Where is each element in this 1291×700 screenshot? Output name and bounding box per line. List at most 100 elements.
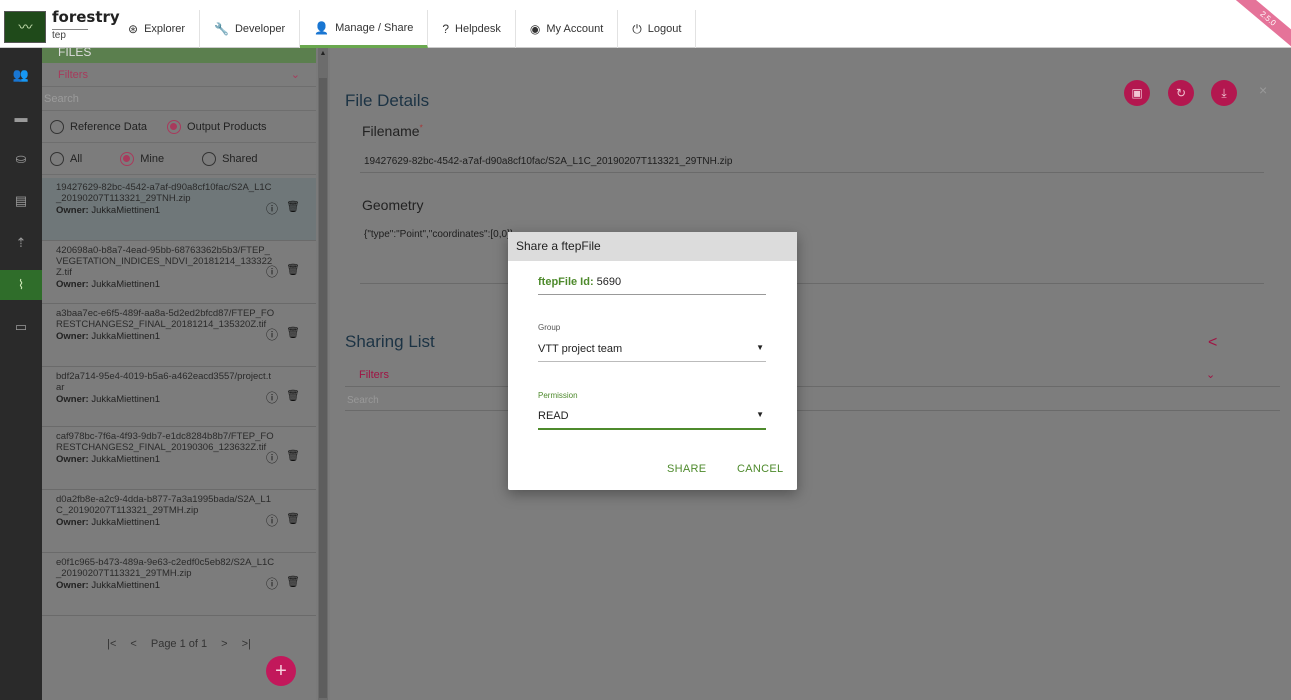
- version-ribbon: 2.5.0: [1221, 0, 1291, 48]
- file-owner: Owner: JukkaMiettinen1: [56, 205, 276, 216]
- share-dialog: Share a ftepFile ftepFile Id: 5690 Group…: [508, 232, 797, 490]
- sharing-search-input[interactable]: Search: [347, 395, 379, 406]
- chevron-down-icon[interactable]: ⌄: [1206, 368, 1215, 381]
- owner-name: JukkaMiettinen1: [91, 517, 161, 528]
- file-actions: ⓘ 🗑: [266, 389, 300, 406]
- page-indicator: Page 1 of 1: [150, 638, 208, 650]
- filename-field[interactable]: 19427629-82bc-4542-a7af-d90a8cf10fac/S2A…: [364, 156, 732, 167]
- geometry-label: Geometry: [362, 197, 424, 213]
- nav-developer[interactable]: 🔧 Developer: [200, 10, 301, 48]
- file-details-panel: File Details ▣ ↻ ⤓ × Filename* 19427629-…: [330, 48, 1291, 700]
- permission-select[interactable]: READ ▼: [538, 410, 766, 430]
- owner-prefix: Owner:: [56, 205, 89, 216]
- radio-label: Shared: [222, 152, 258, 165]
- brand-name: forestry: [52, 8, 120, 26]
- geometry-field[interactable]: {"type":"Point","coordinates":[0,0]}: [364, 229, 513, 240]
- owner-radio-all[interactable]: All: [50, 151, 82, 166]
- file-name: e0f1c965-b473-489a-9e63-c2edf0c5eb82/S2A…: [56, 557, 275, 579]
- share-icon[interactable]: <: [1208, 334, 1217, 352]
- filename-underline: [360, 172, 1264, 173]
- owner-radio-mine[interactable]: Mine: [120, 151, 165, 166]
- info-icon[interactable]: ⓘ: [266, 200, 278, 217]
- ftepfile-id-label: ftepFile Id:: [538, 276, 594, 288]
- file-list-item[interactable]: caf978bc-7f6a-4f93-9db7-e1dc8284b8b7/FTE…: [42, 427, 316, 490]
- info-icon[interactable]: ⓘ: [266, 326, 278, 343]
- file-list-item[interactable]: e0f1c965-b473-489a-9e63-c2edf0c5eb82/S2A…: [42, 553, 316, 616]
- rail-groups[interactable]: 👥: [0, 60, 42, 90]
- info-icon[interactable]: ⓘ: [266, 512, 278, 529]
- nav-logout[interactable]: ⏻ Logout: [618, 10, 697, 48]
- radio-label: Output Products: [187, 120, 267, 133]
- first-page-button[interactable]: |<: [107, 638, 116, 650]
- file-actions: ⓘ 🗑: [266, 449, 300, 466]
- type-radio-reference-data[interactable]: Reference Data: [50, 119, 147, 134]
- rail-chat[interactable]: ▭: [0, 312, 42, 342]
- file-name: d0a2fb8e-a2c9-4dda-b877-7a3a1995bada/S2A…: [56, 494, 271, 516]
- files-filters-toggle[interactable]: Filters ⌄: [42, 63, 316, 87]
- type-radio-output-products[interactable]: Output Products: [167, 119, 267, 134]
- nav-my-account[interactable]: ◉ My Account: [516, 10, 619, 48]
- close-icon[interactable]: ×: [1259, 82, 1267, 98]
- file-actions: ⓘ 🗑: [266, 326, 300, 343]
- rail-antenna[interactable]: ⇡: [0, 228, 42, 258]
- prev-page-button[interactable]: <: [130, 638, 136, 650]
- files-scrollbar[interactable]: ▲: [318, 48, 328, 700]
- refresh-button[interactable]: ↻: [1168, 80, 1194, 106]
- cancel-button[interactable]: CANCEL: [737, 463, 783, 475]
- nav-manage-share[interactable]: 👤 Manage / Share: [300, 10, 429, 48]
- nav-explorer[interactable]: ⊛ Explorer: [114, 10, 201, 48]
- trash-icon[interactable]: 🗑: [286, 326, 300, 343]
- geometry-underline: [360, 283, 1264, 284]
- group-value: VTT project team: [538, 343, 623, 355]
- rail-basket[interactable]: ⛀: [0, 144, 42, 174]
- file-list-item[interactable]: a3baa7ec-e6f5-489f-aa8a-5d2ed2bfcd87/FTE…: [42, 304, 316, 367]
- last-page-button[interactable]: >|: [242, 638, 251, 650]
- files-search-input[interactable]: Search: [42, 87, 316, 111]
- file-name: caf978bc-7f6a-4f93-9db7-e1dc8284b8b7/FTE…: [56, 431, 274, 453]
- required-mark: *: [419, 123, 423, 133]
- download-button[interactable]: ⤓: [1211, 80, 1237, 106]
- file-owner: Owner: JukkaMiettinen1: [56, 580, 276, 591]
- owner-prefix: Owner:: [56, 279, 89, 290]
- trash-icon[interactable]: 🗑: [286, 512, 300, 529]
- scroll-up-icon[interactable]: ▲: [318, 50, 328, 60]
- brand-sub: tep: [52, 29, 88, 41]
- sharing-filters-label[interactable]: Filters: [359, 369, 389, 381]
- file-owner: Owner: JukkaMiettinen1: [56, 517, 276, 528]
- file-list-item[interactable]: bdf2a714-95e4-4019-b5a6-a462eacd3557/pro…: [42, 367, 316, 427]
- save-button[interactable]: ▣: [1124, 80, 1150, 106]
- group-label: Group: [538, 323, 561, 332]
- info-icon[interactable]: ⓘ: [266, 449, 278, 466]
- file-list-item[interactable]: 420698a0-b8a7-4ead-95bb-68763362b5b3/FTE…: [42, 241, 316, 304]
- nav-label: Explorer: [144, 23, 186, 35]
- trash-icon[interactable]: 🗑: [286, 389, 300, 406]
- scrollbar-thumb[interactable]: [319, 78, 327, 698]
- group-select[interactable]: VTT project team ▼: [538, 343, 766, 362]
- nav-label: My Account: [546, 23, 604, 35]
- nav-helpdesk[interactable]: ? Helpdesk: [428, 10, 516, 48]
- trash-icon[interactable]: 🗑: [286, 200, 300, 217]
- radio-label: Mine: [140, 152, 165, 165]
- info-icon[interactable]: ⓘ: [266, 389, 278, 406]
- share-button[interactable]: SHARE: [667, 463, 706, 475]
- info-icon[interactable]: ⓘ: [266, 575, 278, 592]
- owner-radio-shared[interactable]: Shared: [202, 151, 258, 166]
- forestry-tep-logo[interactable]: 〰: [4, 11, 46, 43]
- rail-folder[interactable]: ▬: [0, 102, 42, 132]
- owner-name: JukkaMiettinen1: [91, 205, 161, 216]
- plus-icon: +: [275, 659, 287, 682]
- rail-clipboard[interactable]: ▤: [0, 186, 42, 216]
- file-list-item[interactable]: 19427629-82bc-4542-a7af-d90a8cf10fac/S2A…: [42, 178, 316, 241]
- chevron-down-icon: ⌄: [290, 69, 300, 81]
- trash-icon[interactable]: 🗑: [286, 449, 300, 466]
- file-name: 420698a0-b8a7-4ead-95bb-68763362b5b3/FTE…: [56, 245, 273, 278]
- file-list-item[interactable]: d0a2fb8e-a2c9-4dda-b877-7a3a1995bada/S2A…: [42, 490, 316, 553]
- radio-circle-icon: [202, 151, 217, 166]
- add-file-button[interactable]: +: [266, 656, 296, 686]
- pagination: |< < Page 1 of 1 > >|: [42, 638, 316, 650]
- rail-paperclip[interactable]: ⌇: [0, 270, 42, 300]
- trash-icon[interactable]: 🗑: [286, 263, 300, 280]
- next-page-button[interactable]: >: [221, 638, 227, 650]
- info-icon[interactable]: ⓘ: [266, 263, 278, 280]
- trash-icon[interactable]: 🗑: [286, 575, 300, 592]
